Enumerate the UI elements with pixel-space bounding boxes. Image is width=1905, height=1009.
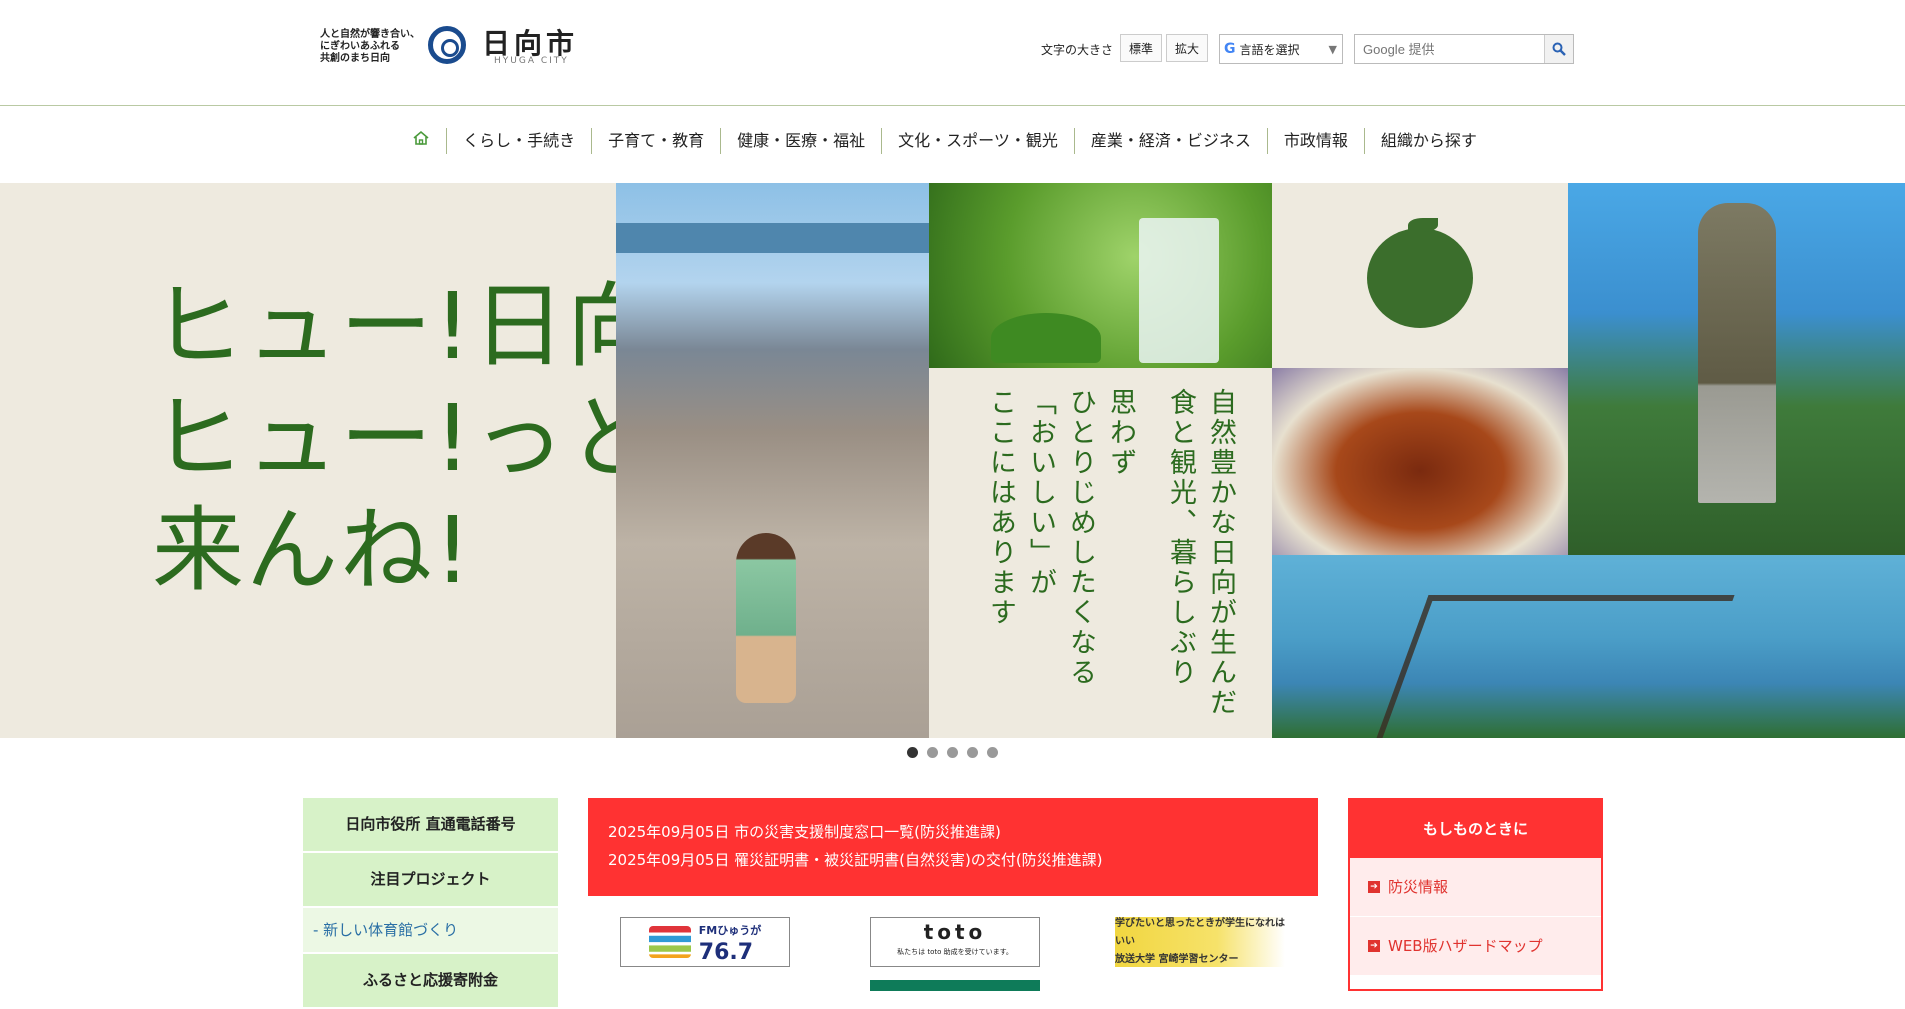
header-divider <box>0 105 1905 106</box>
leaf-icon <box>1408 218 1438 232</box>
statue-photo <box>1568 183 1905 555</box>
hero-vertical-line: 思わず <box>1105 388 1136 478</box>
banner-row2-1[interactable] <box>620 975 790 991</box>
fm-frequency: 76.7 <box>698 940 754 965</box>
chevron-down-icon: ▼ <box>1328 42 1337 56</box>
toto-subtext: 私たちは toto 助成を受けています。 <box>897 948 1013 956</box>
left-menu-subitem-gym[interactable]: - 新しい体育館づくり <box>303 908 558 954</box>
home-icon <box>413 130 429 145</box>
banner-row2-2[interactable] <box>870 980 1040 991</box>
slider-pagination <box>0 747 1905 761</box>
news-item[interactable]: 2025年09月05日 罹災証明書・被災証明書(自然災害)の交付(防災推進課) <box>608 846 1298 874</box>
emergency-link-label: 防災情報 <box>1388 878 1449 896</box>
fm-hyuga-banner[interactable]: FMひゅうが 76.7 <box>620 917 790 967</box>
language-select[interactable]: G 言語を選択 ▼ <box>1219 34 1343 64</box>
google-icon: G <box>1224 41 1236 57</box>
emergency-menu-title: もしものときに <box>1350 800 1601 858</box>
citrus-basket-shape <box>991 313 1101 363</box>
hero-slogan-panel: ヒュー!日向 ヒュー!っと 来んね! <box>0 183 659 738</box>
univ-line1: 学びたいと思ったときが学生になれはいい <box>1115 918 1285 947</box>
hero-slogan: ヒュー!日向 ヒュー!っと 来んね! <box>152 273 661 604</box>
search-box[interactable] <box>1354 34 1574 64</box>
street-photo <box>616 183 929 738</box>
left-menu-item-furusato[interactable]: ふるさと応援寄附金 <box>303 954 558 1009</box>
slider-dot[interactable] <box>967 747 978 758</box>
nav-item-kosodate[interactable]: 子育て・教育 <box>591 128 720 154</box>
toto-banner[interactable]: toto 私たちは toto 助成を受けています。 <box>870 917 1040 967</box>
language-select-label: 言語を選択 <box>1239 42 1300 57</box>
left-menu-item-phone[interactable]: 日向市役所 直通電話番号 <box>303 798 558 853</box>
site-tagline: 人と自然が響き合い、 にぎわいあふれる 共創のまち日向 <box>320 29 420 64</box>
site-logo-subtext: HYUGA CITY <box>494 56 569 66</box>
hero-slider[interactable]: ヒュー!日向 ヒュー!っと 来んね! 自然豊かな日向が生んだ 食と観光、暮らしぶ… <box>0 183 1905 738</box>
font-size-label: 文字の大きさ <box>1041 43 1114 57</box>
search-button[interactable] <box>1544 35 1573 63</box>
hero-vertical-line: 食と観光、暮らしぶり <box>1165 388 1196 688</box>
slider-dot[interactable] <box>987 747 998 758</box>
news-item[interactable]: 2025年09月05日 市の災害支援制度窓口一覧(防災推進課) <box>608 818 1298 846</box>
emergency-link-hazardmap[interactable]: ➔ WEB版ハザードマップ <box>1350 917 1601 976</box>
fm-label: FMひゅうが <box>698 924 762 937</box>
nav-item-kenko[interactable]: 健康・医療・福祉 <box>720 128 881 154</box>
glass-shape <box>1139 218 1219 363</box>
emergency-menu: もしものときに ➔ 防災情報 ➔ WEB版ハザードマップ <box>1348 798 1603 991</box>
slider-dot[interactable] <box>907 747 918 758</box>
toto-logo: toto <box>923 920 987 944</box>
hero-vertical-line: ひとりじめしたくなる <box>1065 388 1096 688</box>
font-size-normal-button[interactable]: 標準 <box>1120 34 1162 62</box>
grilled-eel-photo <box>1272 368 1568 555</box>
citrus-icon <box>1367 228 1473 328</box>
nav-item-shisei[interactable]: 市政情報 <box>1266 128 1364 154</box>
nav-item-sangyo[interactable]: 産業・経済・ビジネス <box>1073 128 1267 154</box>
kabosu-illustration-panel <box>1272 183 1568 368</box>
search-input[interactable] <box>1355 35 1544 63</box>
slider-dot[interactable] <box>947 747 958 758</box>
hero-vertical-line: 自然豊かな日向が生んだ <box>1205 388 1236 718</box>
font-size-large-button[interactable]: 拡大 <box>1166 34 1208 62</box>
left-menu-item-project[interactable]: 注目プロジェクト <box>303 853 558 908</box>
slider-dot[interactable] <box>927 747 938 758</box>
emergency-link-bousai[interactable]: ➔ 防災情報 <box>1350 858 1601 917</box>
city-emblem-icon[interactable] <box>428 26 466 64</box>
statue-figure <box>1698 203 1776 503</box>
hero-vertical-text-panel: 自然豊かな日向が生んだ 食と観光、暮らしぶり 思わず ひとりじめしたくなる 「お… <box>929 368 1272 738</box>
nav-home-icon[interactable] <box>412 128 446 154</box>
open-university-banner[interactable]: 学びたいと思ったときが学生になれはいい 放送大学 宮崎学習センター <box>1115 917 1285 967</box>
banner-row2-3[interactable] <box>1115 981 1285 991</box>
univ-line2: 放送大学 宮崎学習センター <box>1115 954 1239 965</box>
walking-woman-figure <box>736 533 796 703</box>
emergency-link-label: WEB版ハザードマップ <box>1388 937 1543 955</box>
hebesu-drink-photo <box>929 183 1272 368</box>
emergency-news-box: 2025年09月05日 市の災害支援制度窓口一覧(防災推進課) 2025年09月… <box>588 798 1318 896</box>
nav-item-soshiki[interactable]: 組織から探す <box>1363 128 1493 154</box>
nav-item-kurashi[interactable]: くらし・手続き <box>446 128 591 154</box>
coastline-photo <box>1272 555 1905 738</box>
sea-horizon <box>616 223 929 253</box>
arrow-right-icon: ➔ <box>1368 881 1380 893</box>
search-icon <box>1552 42 1566 56</box>
boardwalk-railing <box>1375 595 1735 738</box>
global-nav: くらし・手続き 子育て・教育 健康・医療・福祉 文化・スポーツ・観光 産業・経済… <box>0 124 1905 158</box>
arrow-right-icon: ➔ <box>1368 940 1380 952</box>
fm-wave-icon <box>648 926 691 958</box>
nav-item-bunka[interactable]: 文化・スポーツ・観光 <box>881 128 1074 154</box>
left-menu: 日向市役所 直通電話番号 注目プロジェクト - 新しい体育館づくり ふるさと応援… <box>303 798 558 1009</box>
hero-vertical-line: 「おいしい」が <box>1025 388 1056 598</box>
hero-vertical-line: ここにはあります <box>985 388 1016 628</box>
